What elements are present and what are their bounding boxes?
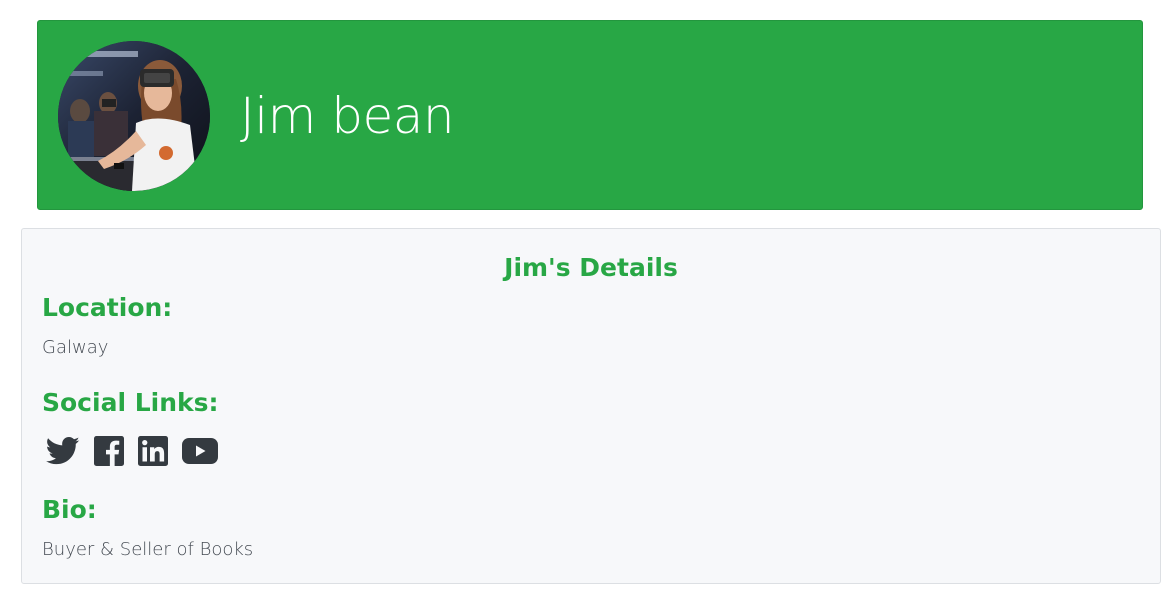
profile-header-banner: Jim bean xyxy=(37,20,1143,210)
linkedin-icon xyxy=(138,436,168,466)
details-title: Jim's Details xyxy=(504,253,678,282)
bio-heading: Bio: xyxy=(42,495,97,524)
youtube-icon xyxy=(182,438,218,464)
social-links-heading: Social Links: xyxy=(42,388,219,417)
profile-page: Jim bean Jim's Details Location: Galway … xyxy=(0,0,1170,598)
youtube-link[interactable] xyxy=(182,437,218,465)
bio-value: Buyer & Seller of Books xyxy=(42,539,254,560)
facebook-link[interactable] xyxy=(94,436,124,466)
location-heading: Location: xyxy=(42,293,173,322)
avatar-photo xyxy=(58,41,210,191)
twitter-icon xyxy=(46,436,80,465)
avatar xyxy=(58,41,210,191)
profile-name: Jim bean xyxy=(240,87,455,145)
social-links xyxy=(46,433,218,469)
details-card: Jim's Details Location: Galway Social Li… xyxy=(21,228,1161,584)
location-value: Galway xyxy=(42,337,109,358)
twitter-link[interactable] xyxy=(46,436,80,466)
linkedin-link[interactable] xyxy=(138,436,168,466)
facebook-icon xyxy=(94,436,124,466)
